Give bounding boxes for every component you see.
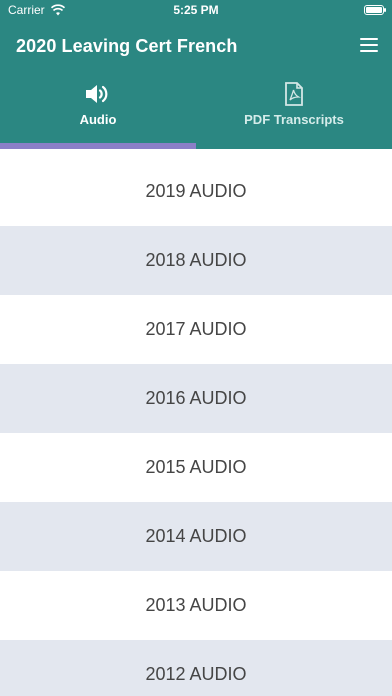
list-item[interactable]: 2016 AUDIO	[0, 364, 392, 433]
tab-pdf-transcripts-label: PDF Transcripts	[244, 112, 344, 127]
list-item[interactable]: 2017 AUDIO	[0, 295, 392, 364]
list-item-label: 2018 AUDIO	[145, 250, 247, 270]
battery-icon	[364, 5, 386, 15]
list-item-label: 2016 AUDIO	[145, 388, 247, 408]
selected-tab-indicator	[0, 143, 196, 149]
status-time: 5:25 PM	[173, 3, 219, 17]
list-item-label: 2013 AUDIO	[145, 595, 247, 615]
list-item-label: 2014 AUDIO	[145, 526, 247, 546]
tab-audio-label: Audio	[79, 112, 117, 127]
list-item[interactable]: 2018 AUDIO	[0, 226, 392, 295]
app-header: Carrier 5:25 PM 2020 Leaving Cert French…	[0, 0, 392, 149]
list-item-label: 2012 AUDIO	[145, 664, 247, 684]
list-item[interactable]: 2012 AUDIO	[0, 640, 392, 696]
list-item[interactable]: 2019 AUDIO	[0, 157, 392, 226]
list-item-label: 2019 AUDIO	[145, 181, 247, 201]
speaker-icon	[86, 85, 108, 103]
list-item-label: 2017 AUDIO	[145, 319, 247, 339]
status-bar: Carrier 5:25 PM	[0, 0, 392, 22]
list-item[interactable]: 2013 AUDIO	[0, 571, 392, 640]
audio-year-list: 2019 AUDIO 2018 AUDIO 2017 AUDIO 2016 AU…	[0, 157, 392, 696]
page-title: 2020 Leaving Cert French	[16, 36, 238, 56]
pdf-file-icon	[285, 82, 303, 106]
tab-pdf-transcripts[interactable]: PDF Transcripts	[196, 78, 392, 148]
list-item[interactable]: 2014 AUDIO	[0, 502, 392, 571]
list-item[interactable]: 2015 AUDIO	[0, 433, 392, 502]
app-screen: Carrier 5:25 PM 2020 Leaving Cert French…	[0, 0, 392, 696]
tab-audio[interactable]: Audio	[0, 78, 196, 148]
list-item-label: 2015 AUDIO	[145, 457, 247, 477]
hamburger-menu-icon[interactable]	[360, 38, 378, 53]
